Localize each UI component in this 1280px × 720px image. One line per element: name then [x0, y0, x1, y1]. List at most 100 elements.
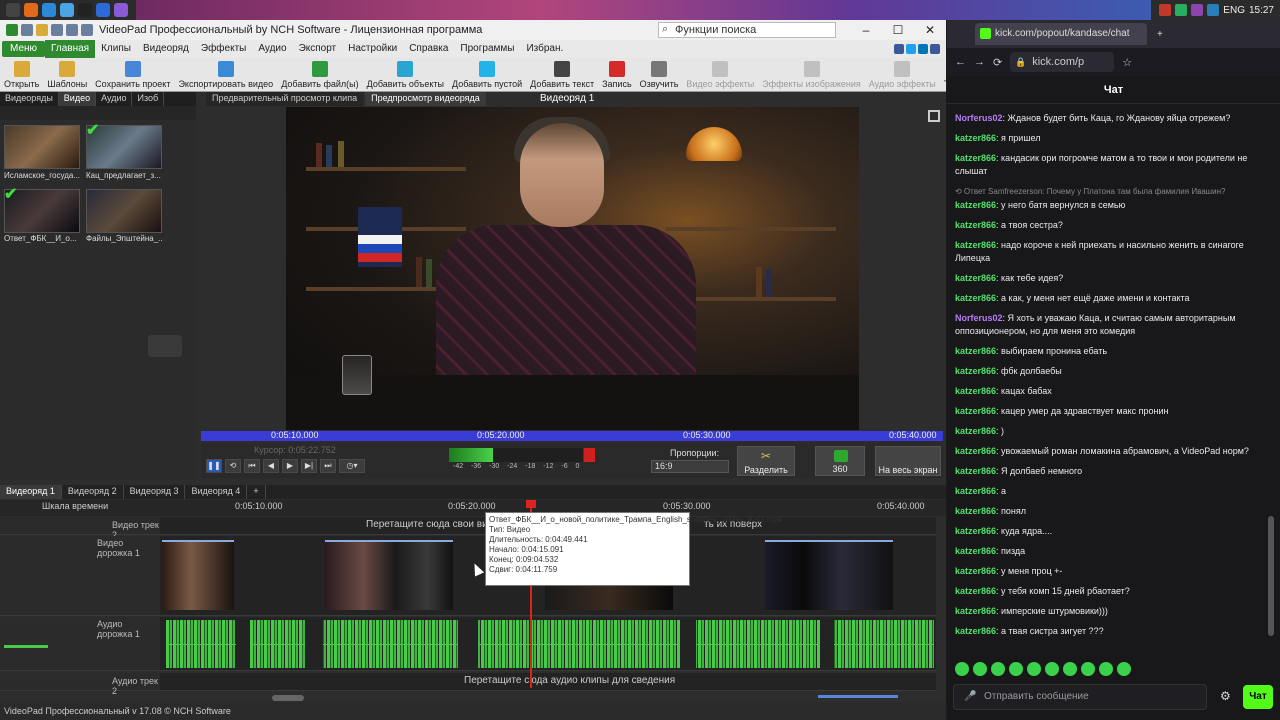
- emote-icon[interactable]: [1117, 662, 1131, 676]
- browser-tab[interactable]: kick.com/popout/kandase/chat: [975, 23, 1147, 45]
- save-icon[interactable]: [51, 24, 63, 36]
- toolbar-button[interactable]: Добавить объекты: [363, 61, 448, 91]
- split-button[interactable]: Разделить: [737, 446, 795, 476]
- chat-username[interactable]: katzer866: [955, 426, 996, 436]
- chat-username[interactable]: Norferus02: [955, 113, 1003, 123]
- emote-icon[interactable]: [1099, 662, 1113, 676]
- toolbar-button[interactable]: Добавить пустой: [448, 61, 526, 91]
- speed-button[interactable]: ◷▾: [339, 459, 365, 473]
- bin-tab[interactable]: Аудио: [96, 92, 133, 106]
- goto-end-button[interactable]: ⏭: [320, 459, 336, 473]
- chat-username[interactable]: katzer866: [955, 273, 996, 283]
- clock[interactable]: 15:27: [1249, 5, 1274, 16]
- chat-username[interactable]: katzer866: [955, 566, 996, 576]
- taskbar-app-icon[interactable]: [42, 3, 56, 17]
- back-icon[interactable]: ←: [955, 56, 966, 68]
- timeline-ruler[interactable]: Шкала времени 0:05:10.000 0:05:20.000 0:…: [0, 500, 946, 516]
- ruler-label[interactable]: Шкала времени: [42, 501, 108, 511]
- chat-username[interactable]: katzer866: [955, 133, 996, 143]
- toolbar-button[interactable]: Открыть: [0, 61, 43, 91]
- menu-tab[interactable]: Программы: [454, 40, 520, 58]
- chat-username[interactable]: katzer866: [955, 153, 996, 163]
- emote-icon[interactable]: [1081, 662, 1095, 676]
- tray-icon[interactable]: [1191, 4, 1204, 16]
- video-clip[interactable]: [765, 540, 893, 610]
- sequence-tab[interactable]: Видеоряд 1: [0, 485, 62, 499]
- redo-icon[interactable]: [81, 24, 93, 36]
- menu-tab[interactable]: Избран.: [520, 40, 569, 58]
- toolbar-button[interactable]: Озвучить: [636, 61, 683, 91]
- expand-icon[interactable]: [928, 110, 940, 122]
- preview-tab[interactable]: Предпросмотр видеоряда: [365, 92, 486, 106]
- chat-username[interactable]: katzer866: [955, 220, 996, 230]
- gear-icon[interactable]: ⚙: [1220, 689, 1231, 703]
- aspect-select[interactable]: 16:9: [651, 460, 729, 473]
- bookmark-icon[interactable]: ☆: [1122, 56, 1132, 69]
- maximize-button[interactable]: ☐: [882, 23, 914, 37]
- fullscreen-button[interactable]: На весь экран: [875, 446, 941, 476]
- menu-button[interactable]: Меню: [2, 41, 46, 57]
- search-input[interactable]: Функции поиска: [658, 22, 836, 38]
- chat-username[interactable]: katzer866: [955, 506, 996, 516]
- video-preview[interactable]: [286, 107, 859, 430]
- chat-username[interactable]: katzer866: [955, 366, 996, 376]
- video-clip[interactable]: [162, 540, 234, 610]
- 360-button[interactable]: 360: [815, 446, 865, 476]
- menu-tab[interactable]: Аудио: [252, 40, 292, 58]
- tray-icon[interactable]: [1207, 4, 1220, 16]
- play-button[interactable]: ▶: [282, 459, 298, 473]
- chat-username[interactable]: katzer866: [955, 293, 996, 303]
- taskbar-app-icon[interactable]: [96, 3, 110, 17]
- social-icon[interactable]: [918, 44, 928, 54]
- audio-track-2[interactable]: Перетащите сюда аудио клипы для сведения: [160, 673, 936, 691]
- language-indicator[interactable]: ENG: [1223, 5, 1245, 16]
- chat-username[interactable]: katzer866: [955, 586, 996, 596]
- media-thumbnail[interactable]: [4, 125, 80, 169]
- sequence-tab[interactable]: Видеоряд 2: [62, 485, 124, 499]
- emote-icon[interactable]: [1027, 662, 1041, 676]
- chat-scrollbar[interactable]: [1268, 516, 1274, 636]
- minimize-button[interactable]: –: [850, 23, 882, 37]
- close-button[interactable]: ✕: [914, 23, 946, 37]
- chat-username[interactable]: katzer866: [955, 526, 996, 536]
- social-icon[interactable]: [894, 44, 904, 54]
- menu-tab[interactable]: Клипы: [95, 40, 137, 58]
- open-icon[interactable]: [36, 24, 48, 36]
- sequence-tab[interactable]: Видеоряд 4: [185, 485, 248, 499]
- emote-icon[interactable]: [1045, 662, 1059, 676]
- bin-tab[interactable]: Изоб: [132, 92, 165, 106]
- goto-start-button[interactable]: ⏮: [244, 459, 260, 473]
- chat-username[interactable]: katzer866: [955, 240, 996, 250]
- menu-tab[interactable]: Экспорт: [293, 40, 343, 58]
- chat-username[interactable]: katzer866: [955, 626, 996, 636]
- menu-tab[interactable]: Главная: [45, 40, 96, 58]
- menu-tab[interactable]: Видеоряд: [137, 40, 195, 58]
- playhead-handle[interactable]: [526, 500, 536, 508]
- undo-icon[interactable]: [66, 24, 78, 36]
- forward-icon[interactable]: →: [974, 56, 985, 68]
- bin-tab[interactable]: Видео: [58, 92, 97, 106]
- toolbar-button[interactable]: Шаблоны: [43, 61, 91, 91]
- emote-icon[interactable]: [1063, 662, 1077, 676]
- toolbar-button[interactable]: Добавить файл(ы): [277, 61, 362, 91]
- menu-tab[interactable]: Справка: [403, 40, 454, 58]
- reload-icon[interactable]: ⟳: [993, 56, 1002, 69]
- tray-icon[interactable]: [1175, 4, 1188, 16]
- new-icon[interactable]: [21, 24, 33, 36]
- toolbar-button[interactable]: Запись: [598, 61, 636, 91]
- chat-username[interactable]: katzer866: [955, 486, 996, 496]
- social-icon[interactable]: [930, 44, 940, 54]
- loop-button[interactable]: ⟲: [225, 459, 241, 473]
- emote-icon[interactable]: [973, 662, 987, 676]
- emote-icon[interactable]: [991, 662, 1005, 676]
- chat-username[interactable]: katzer866: [955, 406, 996, 416]
- timeline-scrollbar[interactable]: [272, 695, 304, 701]
- toolbar-button[interactable]: Добавить текст: [526, 61, 598, 91]
- sequence-tab[interactable]: Видеоряд 3: [124, 485, 186, 499]
- chat-username[interactable]: katzer866: [955, 346, 996, 356]
- emote-icon[interactable]: [955, 662, 969, 676]
- prev-frame-button[interactable]: ◀: [263, 459, 279, 473]
- chat-username[interactable]: Norferus02: [955, 313, 1003, 323]
- menu-tab[interactable]: Настройки: [342, 40, 403, 58]
- timeline-zoom-slider[interactable]: [818, 695, 898, 698]
